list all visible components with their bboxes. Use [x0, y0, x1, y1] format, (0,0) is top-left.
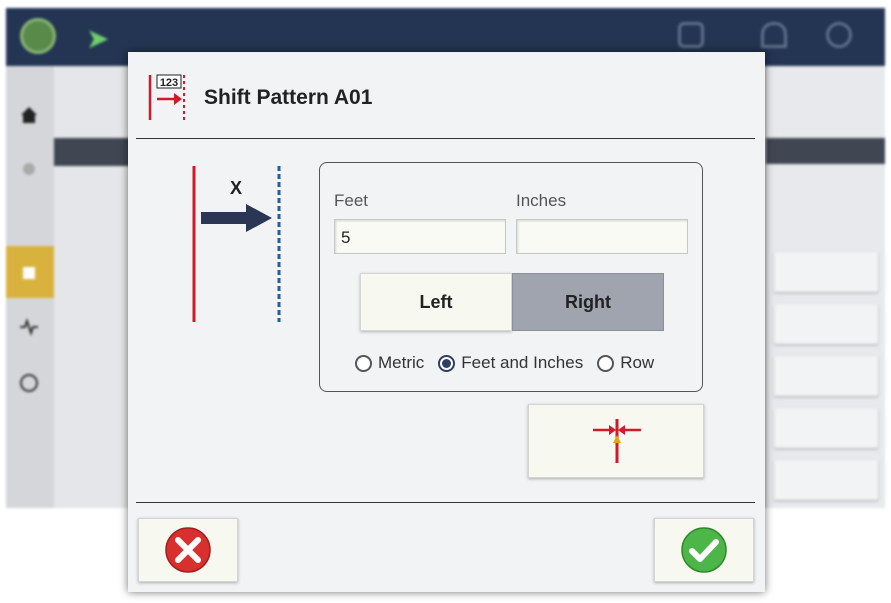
field-icon [18, 262, 40, 284]
feet-input[interactable]: 5 [334, 219, 506, 254]
radio-row-circle[interactable] [597, 354, 615, 372]
feet-label: Feet [334, 191, 369, 210]
radio-metric-label: Metric [378, 353, 425, 372]
shift-diagram: X [184, 164, 284, 329]
headlock-icon [761, 22, 787, 48]
right-panel-button [774, 252, 878, 292]
shift-pattern-icon: 123 [148, 72, 188, 127]
help-icon [18, 372, 40, 394]
tools-icon [18, 158, 40, 180]
diagram-x-label: X [230, 178, 242, 198]
right-panel-button [774, 408, 878, 448]
diagnostics-icon [18, 316, 40, 338]
dialog-title: Shift Pattern A01 [204, 86, 373, 109]
center-shift-button[interactable] [528, 404, 704, 478]
steering-wheel-icon [826, 22, 852, 48]
equipment-icon [678, 22, 704, 48]
left-button[interactable]: Left [360, 273, 512, 331]
shift-pattern-dialog: 123 Shift Pattern A01 X Feet 5 Inches Le… [128, 52, 765, 592]
right-button[interactable]: Right [512, 273, 664, 331]
cancel-icon [165, 527, 211, 573]
radio-feet-and-inches[interactable]: Feet and Inches [438, 353, 583, 373]
right-panel-button [774, 304, 878, 344]
cancel-button[interactable] [138, 518, 238, 582]
inches-label: Inches [516, 191, 567, 210]
side-nav [6, 66, 54, 508]
header-divider [136, 138, 755, 139]
confirm-button[interactable] [654, 518, 754, 582]
radio-metric[interactable]: Metric [355, 353, 424, 373]
shift-pattern-icon-text: 123 [160, 77, 178, 89]
radio-feet-and-inches-circle[interactable] [438, 354, 456, 372]
radio-metric-circle[interactable] [355, 354, 372, 372]
radio-row-label: Row [620, 353, 655, 372]
inches-input[interactable] [516, 219, 688, 254]
confirm-check-icon [681, 527, 727, 573]
radio-selected-dot [442, 358, 452, 368]
footer-divider [136, 502, 755, 503]
satellite-icon: ➤ [86, 23, 110, 54]
right-panel-button [774, 356, 878, 396]
shift-controls-panel: Feet 5 Inches Left Right Metric Feet and… [319, 162, 703, 392]
radio-feet-and-inches-label: Feet and Inches [461, 353, 584, 372]
right-panel-header [766, 138, 885, 164]
dialog-header: 123 Shift Pattern A01 [128, 52, 765, 138]
radio-row[interactable]: Row [597, 353, 654, 373]
app-logo-icon [20, 18, 56, 54]
right-panel-button [774, 460, 878, 500]
unit-radio-group: Metric Feet and Inches Row [355, 353, 654, 373]
center-align-icon [593, 419, 641, 463]
home-icon [18, 104, 40, 126]
